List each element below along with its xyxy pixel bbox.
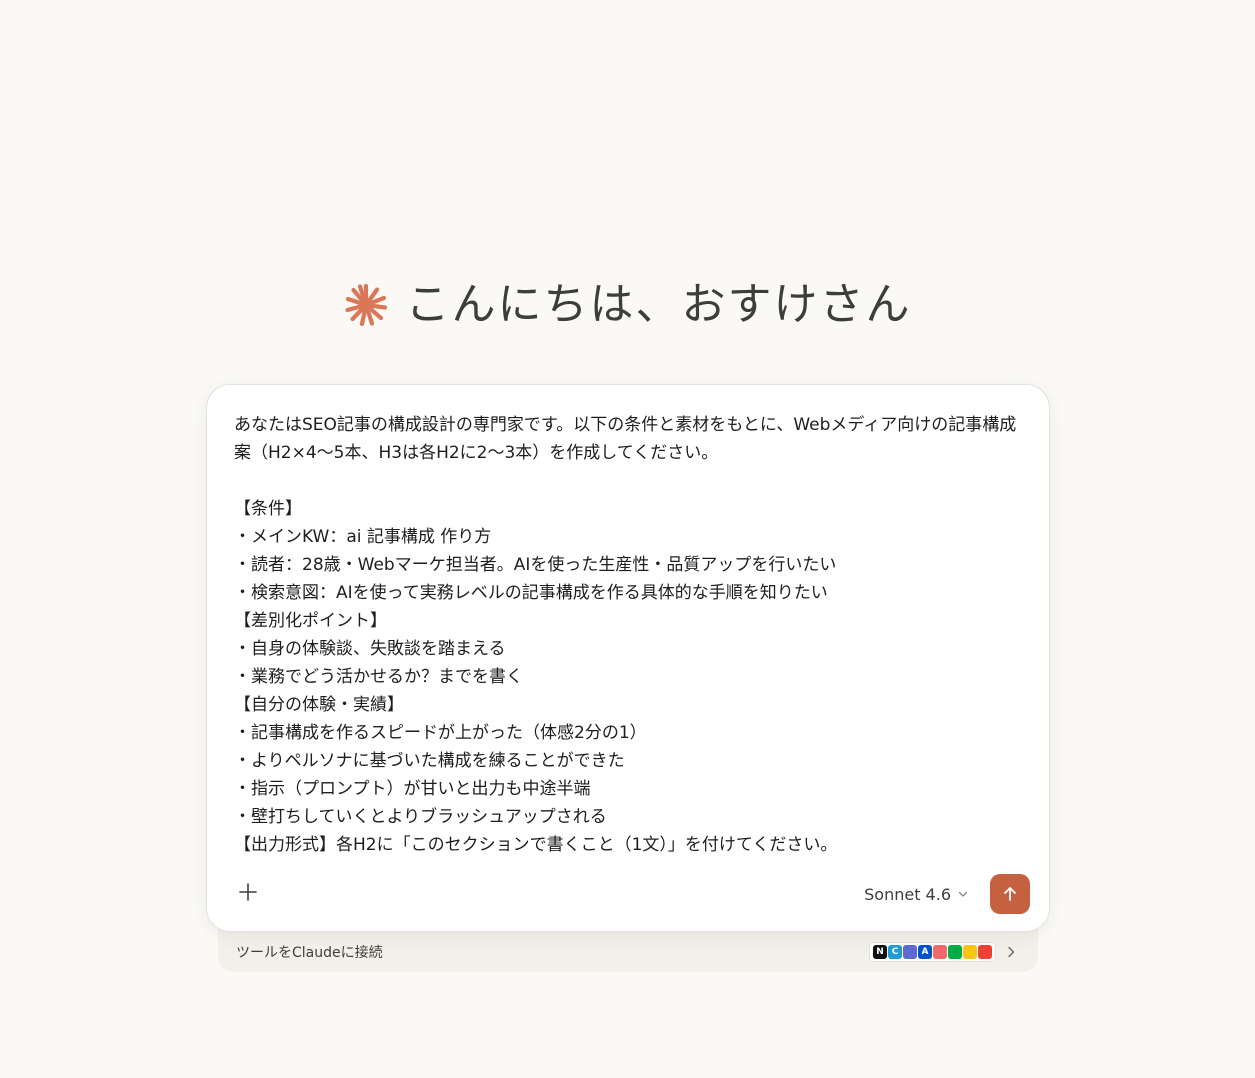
chevron-down-icon xyxy=(958,891,968,897)
prompt-input[interactable]: あなたはSEO記事の構成設計の専門家です。以下の条件と素材をもとに、Webメディ… xyxy=(234,411,1026,859)
connect-tools-label[interactable]: ツールをClaudeに接続 xyxy=(236,942,383,962)
canva-icon: C xyxy=(888,945,902,959)
chevron-right-icon[interactable] xyxy=(1004,945,1018,959)
notion-icon: N xyxy=(873,945,887,959)
composer-container: あなたはSEO記事の構成設計の専門家です。以下の条件と素材をもとに、Webメディ… xyxy=(206,384,1050,972)
chat-composer: あなたはSEO記事の構成設計の専門家です。以下の条件と素材をもとに、Webメディ… xyxy=(206,384,1050,932)
linear-icon xyxy=(903,945,917,959)
asana-icon xyxy=(933,945,947,959)
atlassian-icon: A xyxy=(918,945,932,959)
model-label: Sonnet 4.6 xyxy=(864,884,951,904)
greeting-text: こんにちは、おすけさん xyxy=(405,279,912,330)
arrow-up-icon xyxy=(1004,887,1016,901)
notes-icon xyxy=(963,945,977,959)
google-meet-icon xyxy=(948,945,962,959)
send-button[interactable] xyxy=(990,874,1030,914)
plus-icon xyxy=(239,883,257,901)
add-attachment-button[interactable] xyxy=(233,877,263,907)
tools-right: NC A xyxy=(869,942,1018,962)
chrome-icon xyxy=(978,945,992,959)
connected-apps[interactable]: NC A xyxy=(869,942,996,962)
connect-tools-bar[interactable]: ツールをClaudeに接続 NC A xyxy=(218,928,1038,972)
new-chat-page: こんにちは、おすけさん あなたはSEO記事の構成設計の専門家です。以下の条件と素… xyxy=(0,0,1255,1078)
claude-spark-icon xyxy=(344,283,387,327)
greeting-header: こんにちは、おすけさん xyxy=(0,270,1255,340)
model-selector[interactable]: Sonnet 4.6 xyxy=(864,879,969,909)
